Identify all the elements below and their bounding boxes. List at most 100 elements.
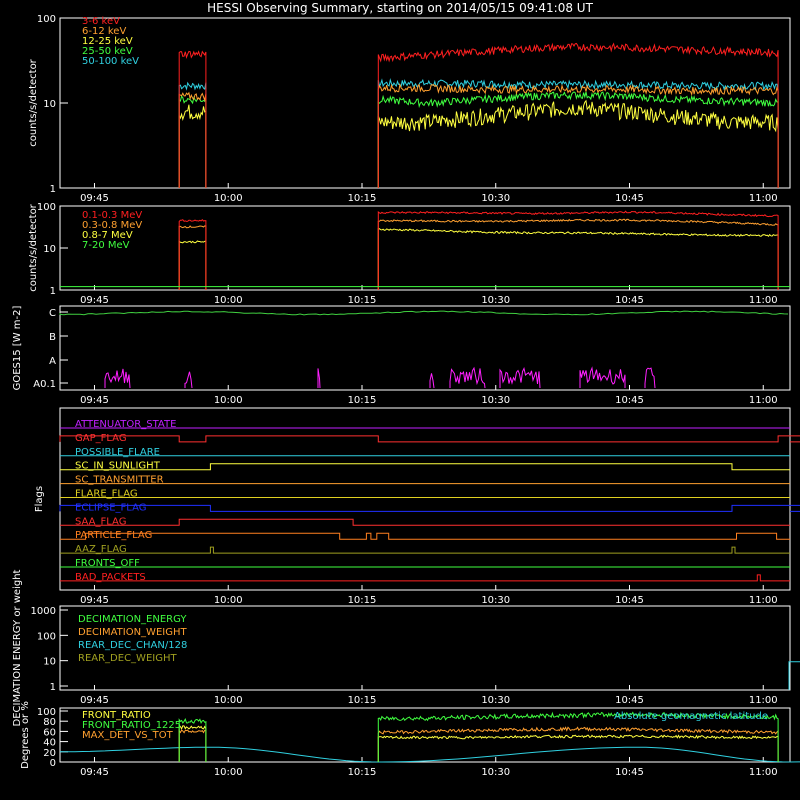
y-tick-label: A0.1	[33, 379, 56, 390]
y-tick-label: A	[49, 356, 56, 367]
flag-line-7	[60, 518, 790, 526]
legend-entry: 50-100 keV	[82, 56, 139, 67]
panel-lightcurves: 1 10 100 counts/s/detector 09:45 10:00 10:15 10…	[28, 14, 791, 204]
flag-label: ATTENUATOR_STATE	[75, 419, 176, 430]
flag-label: FRONTS_OFF	[75, 558, 140, 569]
y-axis-label: GOES15 [W m-2]	[12, 306, 23, 391]
x-tick-label: 10:00	[214, 595, 243, 606]
y-tick-label: 100	[37, 14, 56, 25]
flag-label: AAZ_FLAG	[75, 544, 127, 555]
hessi-summary-figure: HESSI Observing Summary, starting on 201…	[12, 1, 800, 778]
y-tick-label: 80	[43, 717, 56, 728]
series-line-1	[178, 218, 779, 290]
flag-label: SC_TRANSMITTER	[75, 475, 164, 486]
series-line-3	[60, 746, 800, 763]
y-tick-label: 10	[43, 657, 56, 668]
series-line-2	[178, 99, 779, 188]
x-tick-label: 09:45	[80, 295, 109, 306]
x-tick-label: 10:30	[481, 695, 510, 706]
x-tick-label: 09:45	[80, 193, 109, 204]
x-tick-label: 11:00	[749, 395, 778, 406]
y-tick-label: 1	[50, 682, 56, 693]
y-tick-label: 1000	[31, 606, 56, 617]
y-axis-label: Flags	[34, 486, 45, 512]
x-tick-label: 09:45	[80, 595, 109, 606]
y-axis-label: counts/s/detector	[28, 203, 39, 291]
flag-label: BAD_PACKETS	[75, 572, 146, 583]
x-tick-label: 10:30	[481, 193, 510, 204]
flag-label: ECLIPSE_FLAG	[75, 502, 146, 513]
legend-entry: REAR_DEC_WEIGHT	[78, 653, 177, 664]
y-tick-label: 1	[50, 286, 56, 297]
flag-line-1	[59, 435, 800, 443]
x-tick-label: 10:15	[348, 395, 377, 406]
x-tick-label: 10:00	[214, 193, 243, 204]
flag-label: SAA_FLAG	[75, 516, 126, 527]
flag-line-11	[60, 574, 790, 582]
flag-label: SC_IN_SUNLIGHT	[75, 461, 161, 472]
y-tick-label: 100	[37, 631, 56, 642]
flag-label: FLARE_FLAG	[75, 489, 138, 500]
x-tick-label: 10:30	[481, 295, 510, 306]
flag-label: PARTICLE_FLAG	[75, 530, 152, 541]
y-tick-label: 1	[50, 184, 56, 195]
x-tick-label: 11:00	[749, 695, 778, 706]
x-tick-label: 11:00	[749, 295, 778, 306]
x-tick-label: 11:00	[749, 193, 778, 204]
x-tick-label: 10:45	[615, 395, 644, 406]
legend-entry: DECIMATION_WEIGHT	[78, 627, 187, 638]
y-tick-label: 10	[43, 244, 56, 255]
x-tick-label: 10:15	[348, 767, 377, 778]
x-tick-label: 10:15	[348, 193, 377, 204]
panel-flags: Flags09:4510:0010:1510:3010:4511:0011:15…	[34, 407, 800, 606]
panel-goes: A0.1 A B C GOES15 [W m-2] 09:45 10:00 10:15 10:3…	[12, 305, 791, 406]
x-tick-label: 11:00	[749, 595, 778, 606]
panel-decimation: 1101001000DECIMATION ENERGY or weight 09:…	[12, 569, 800, 726]
panel-ratios: 020406080100 Degrees or % 09:45 10:00 10:15 1…	[20, 701, 800, 778]
series-line-0	[59, 310, 789, 316]
x-tick-label: 10:00	[214, 395, 243, 406]
legend-entry: MAX_DET_VS_TOT	[82, 730, 174, 741]
series-line-0	[178, 210, 779, 290]
y-tick-label: B	[49, 332, 56, 343]
series-line-4	[178, 78, 779, 188]
annotation-label: Absolute geomagnetic latitude	[614, 711, 768, 722]
x-tick-label: 09:45	[80, 767, 109, 778]
series-line-3	[178, 90, 779, 188]
flag-line-3	[60, 463, 790, 471]
x-tick-label: 10:30	[481, 395, 510, 406]
x-tick-label: 10:45	[615, 767, 644, 778]
panel-frame	[59, 205, 791, 291]
flag-line-9	[60, 546, 790, 554]
panels: 110100counts/s/detector09:45 10:00 10:15 10…	[12, 14, 800, 778]
x-tick-label: 10:45	[615, 193, 644, 204]
y-tick-label: 100	[37, 707, 56, 718]
panel-frame	[59, 305, 791, 391]
series-line-2	[788, 661, 800, 690]
series-line-1	[104, 366, 656, 389]
x-tick-label: 10:45	[615, 595, 644, 606]
y-tick-label: 60	[43, 727, 56, 738]
x-tick-label: 10:45	[615, 695, 644, 706]
y-tick-label: 100	[37, 202, 56, 213]
flag-label: POSSIBLE_FLARE	[75, 447, 160, 458]
x-tick-label: 10:45	[615, 295, 644, 306]
legend-entry: DECIMATION_ENERGY	[78, 614, 187, 625]
x-tick-label: 10:15	[348, 695, 377, 706]
figure-title: HESSI Observing Summary, starting on 201…	[207, 1, 593, 15]
x-tick-label: 10:00	[214, 767, 243, 778]
series-line-2	[178, 228, 779, 290]
flag-line-8	[60, 532, 790, 540]
y-tick-label: 40	[43, 738, 56, 749]
y-tick-label: 10	[43, 99, 56, 110]
x-tick-label: 11:00	[749, 767, 778, 778]
legend-entry: REAR_DEC_CHAN/128	[78, 640, 187, 651]
x-tick-label: 10:15	[348, 595, 377, 606]
x-tick-label: 10:00	[214, 695, 243, 706]
y-tick-label: 0	[50, 758, 56, 769]
y-tick-label: 20	[43, 748, 56, 759]
y-axis-label: counts/s/detector	[28, 58, 39, 146]
x-tick-label: 10:30	[481, 595, 510, 606]
panel-frame	[59, 407, 791, 591]
x-tick-label: 10:15	[348, 295, 377, 306]
